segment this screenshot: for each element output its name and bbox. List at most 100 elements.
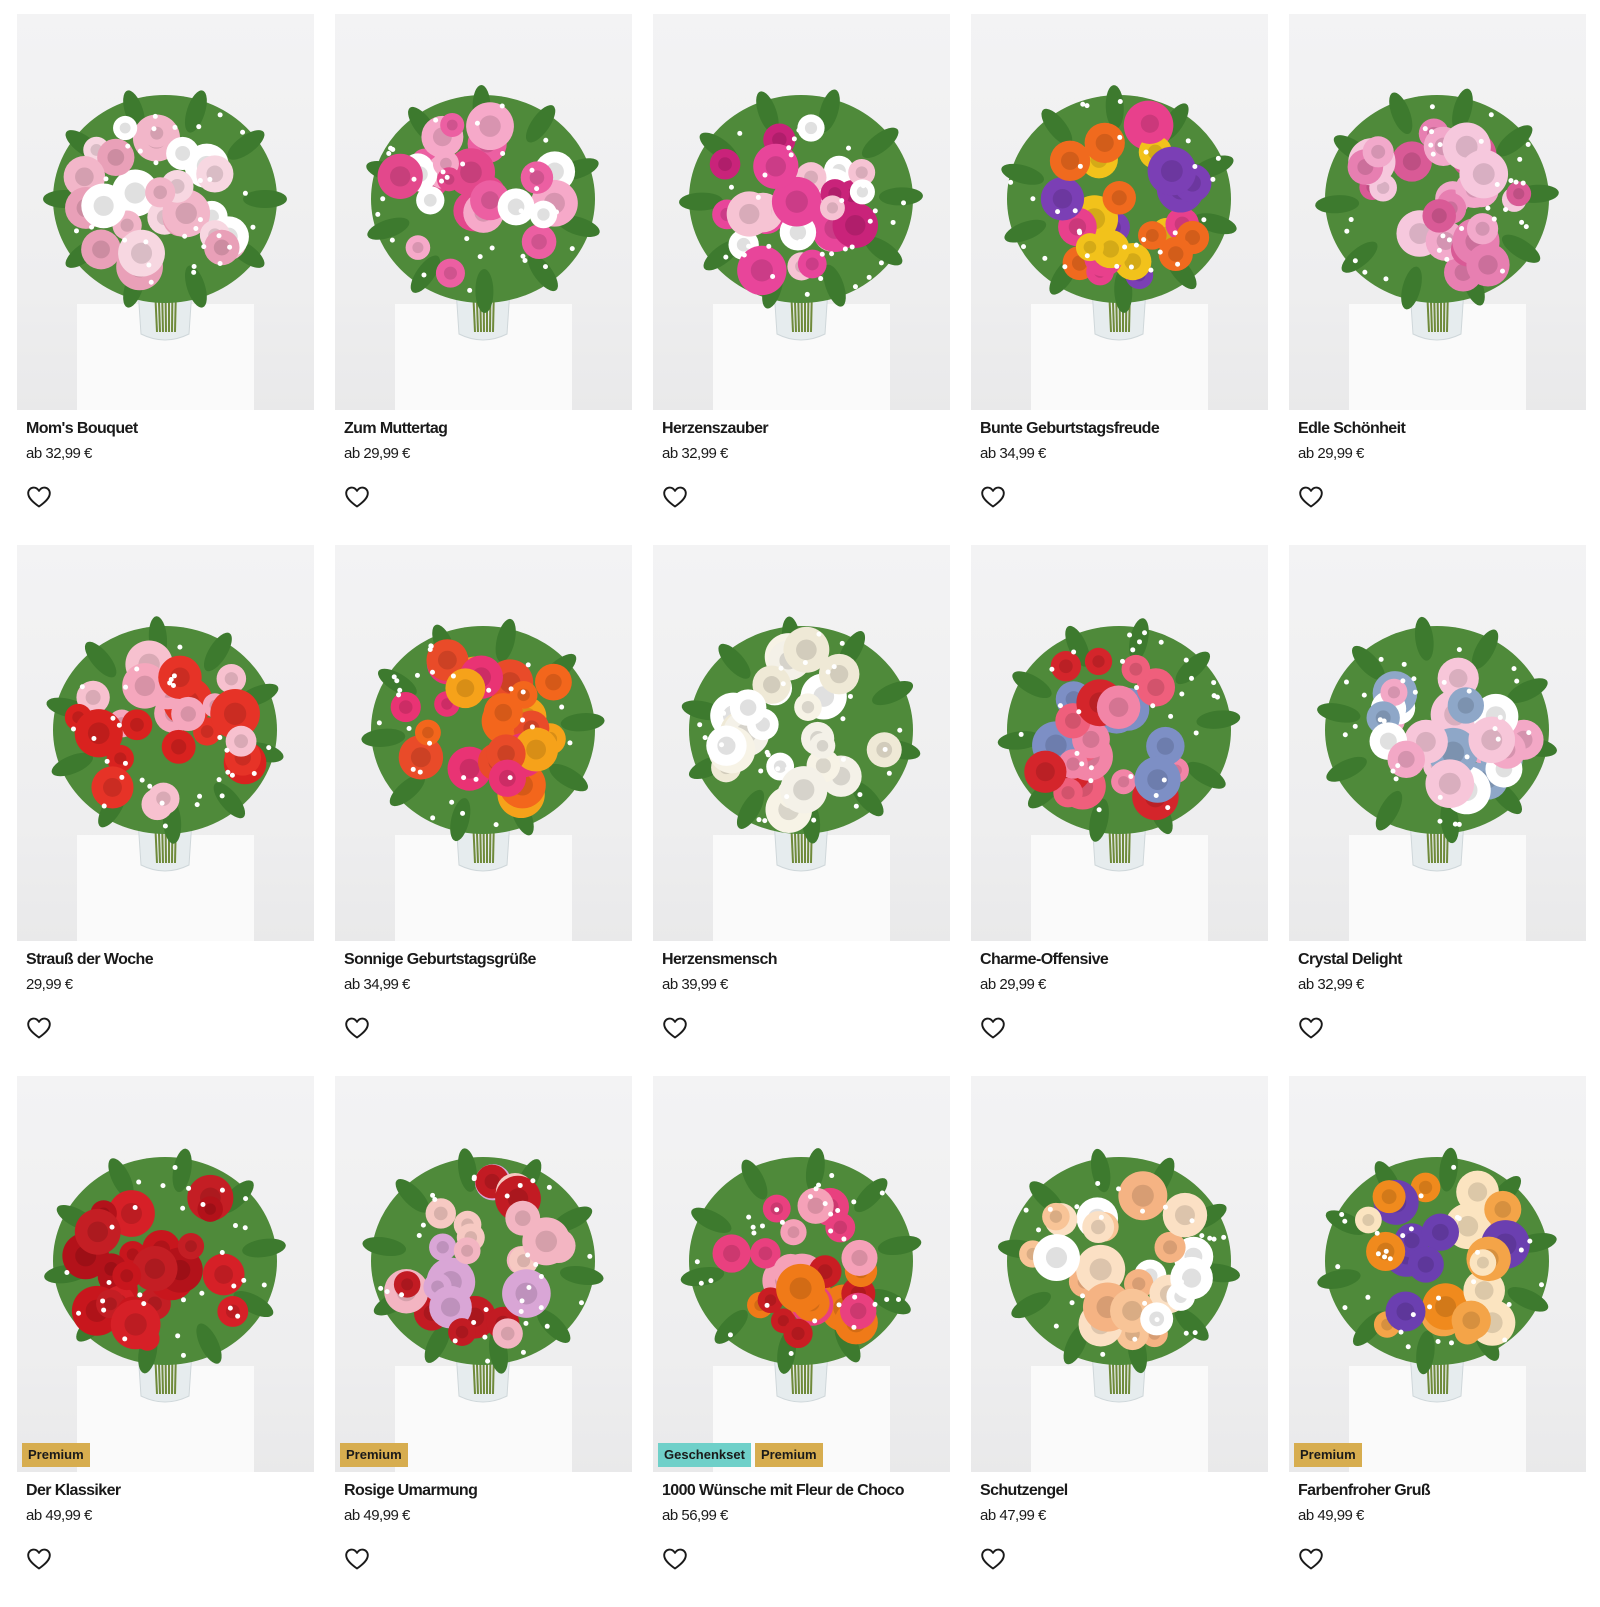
filler-flower (697, 722, 703, 728)
filler-flower (507, 775, 513, 781)
product-card[interactable]: Geschenkset Premium 1000 Wünsche mit Fleu… (653, 1076, 950, 1607)
filler-flower (146, 262, 152, 268)
filler-flower (450, 673, 456, 679)
product-card[interactable]: Sonnige Geburtstagsgrüße ab 34,99 € (335, 545, 632, 1076)
filler-flower (567, 740, 573, 746)
product-image[interactable]: Premium (335, 1076, 632, 1472)
blossom (110, 1299, 161, 1350)
favorite-button[interactable] (26, 1016, 52, 1040)
favorite-button[interactable] (26, 485, 52, 509)
product-price: ab 29,99 € (980, 976, 1046, 993)
filler-flower (168, 676, 174, 682)
product-title[interactable]: Sonnige Geburtstagsgrüße (344, 951, 536, 969)
product-title[interactable]: Crystal Delight (1298, 951, 1403, 969)
blossom (783, 626, 830, 673)
filler-flower (518, 1308, 524, 1314)
filler-flower (1162, 1204, 1168, 1210)
filler-flower (123, 684, 129, 690)
product-card[interactable]: Edle Schönheit ab 29,99 € (1289, 14, 1586, 545)
favorite-button[interactable] (344, 485, 370, 509)
product-card[interactable]: Premium Rosige Umarmung ab 49,99 € (335, 1076, 632, 1607)
product-image[interactable]: Premium (1289, 1076, 1586, 1472)
product-image[interactable]: Premium (17, 1076, 314, 1472)
product-card[interactable]: Premium Farbenfroher Gruß ab 49,99 € (1289, 1076, 1586, 1607)
filler-flower (1143, 149, 1149, 155)
filler-flower (193, 226, 199, 232)
favorite-button[interactable] (980, 485, 1006, 509)
product-card[interactable]: Schutzengel ab 47,99 € (971, 1076, 1268, 1607)
filler-flower (1158, 639, 1164, 645)
product-image[interactable]: Geschenkset Premium (653, 1076, 950, 1472)
heart-outline-icon (27, 486, 51, 508)
filler-flower (1365, 1294, 1371, 1300)
product-title[interactable]: 1000 Wünsche mit Fleur de Choco (662, 1482, 905, 1500)
favorite-button[interactable] (1298, 485, 1324, 509)
filler-flower (544, 1323, 550, 1329)
product-image[interactable] (1289, 14, 1586, 410)
filler-flower (774, 1207, 780, 1213)
filler-flower (1074, 750, 1080, 756)
premium-badge: Premium (1294, 1443, 1362, 1467)
product-title[interactable]: Bunte Geburtstagsfreude (980, 420, 1160, 438)
favorite-button[interactable] (980, 1547, 1006, 1571)
product-image[interactable] (335, 14, 632, 410)
filler-flower (884, 1296, 890, 1302)
product-title[interactable]: Strauß der Woche (26, 951, 154, 969)
product-image[interactable] (971, 545, 1268, 941)
product-image[interactable] (1289, 545, 1586, 941)
product-card[interactable]: Premium Der Klassiker ab 49,99 € (17, 1076, 314, 1607)
filler-flower (1499, 268, 1505, 274)
product-title[interactable]: Der Klassiker (26, 1482, 121, 1500)
favorite-button[interactable] (26, 1547, 52, 1571)
filler-flower (139, 777, 145, 783)
product-title[interactable]: Zum Muttertag (344, 420, 448, 438)
filler-flower (775, 766, 781, 772)
filler-flower (1418, 1193, 1424, 1199)
favorite-button[interactable] (662, 485, 688, 509)
product-title[interactable]: Charme-Offensive (980, 951, 1109, 969)
filler-flower (1053, 1323, 1059, 1329)
filler-flower (132, 1204, 138, 1210)
filler-flower (1030, 196, 1036, 202)
product-card[interactable]: Zum Muttertag ab 29,99 € (335, 14, 632, 545)
product-image[interactable] (335, 545, 632, 941)
product-image[interactable] (653, 14, 950, 410)
favorite-button[interactable] (662, 1547, 688, 1571)
product-title[interactable]: Herzenszauber (662, 420, 769, 438)
blossom (797, 1187, 834, 1224)
favorite-button[interactable] (344, 1016, 370, 1040)
product-image[interactable] (17, 14, 314, 410)
filler-flower (878, 260, 884, 266)
filler-flower (1518, 1247, 1524, 1253)
product-title[interactable]: Mom's Bouquet (26, 420, 138, 438)
product-image[interactable] (971, 1076, 1268, 1472)
favorite-button[interactable] (662, 1016, 688, 1040)
product-image[interactable] (971, 14, 1268, 410)
blossom (142, 118, 172, 148)
favorite-button[interactable] (980, 1016, 1006, 1040)
bouquet-illustration (679, 89, 923, 410)
product-image[interactable] (653, 545, 950, 941)
product-card[interactable]: Mom's Bouquet ab 32,99 € (17, 14, 314, 545)
product-card[interactable]: Crystal Delight ab 32,99 € (1289, 545, 1586, 1076)
product-title[interactable]: Edle Schönheit (1298, 420, 1406, 438)
product-title[interactable]: Rosige Umarmung (344, 1482, 478, 1500)
favorite-button[interactable] (1298, 1016, 1324, 1040)
product-card[interactable]: Bunte Geburtstagsfreude ab 34,99 € (971, 14, 1268, 545)
product-card[interactable]: Herzenszauber ab 32,99 € (653, 14, 950, 545)
filler-flower (1084, 103, 1090, 109)
filler-flower (477, 254, 483, 260)
product-title[interactable]: Schutzengel (980, 1482, 1068, 1500)
favorite-button[interactable] (344, 1547, 370, 1571)
product-card[interactable]: Herzensmensch ab 39,99 € (653, 545, 950, 1076)
product-title[interactable]: Farbenfroher Gruß (1298, 1482, 1431, 1500)
product-card[interactable]: Strauß der Woche 29,99 € (17, 545, 314, 1076)
filler-flower (1122, 244, 1128, 250)
filler-flower (708, 1278, 714, 1284)
product-title[interactable]: Herzensmensch (662, 951, 778, 969)
favorite-button[interactable] (1298, 1547, 1324, 1571)
blossom (729, 689, 767, 726)
filler-flower (840, 756, 846, 762)
product-card[interactable]: Charme-Offensive ab 29,99 € (971, 545, 1268, 1076)
product-image[interactable] (17, 545, 314, 941)
